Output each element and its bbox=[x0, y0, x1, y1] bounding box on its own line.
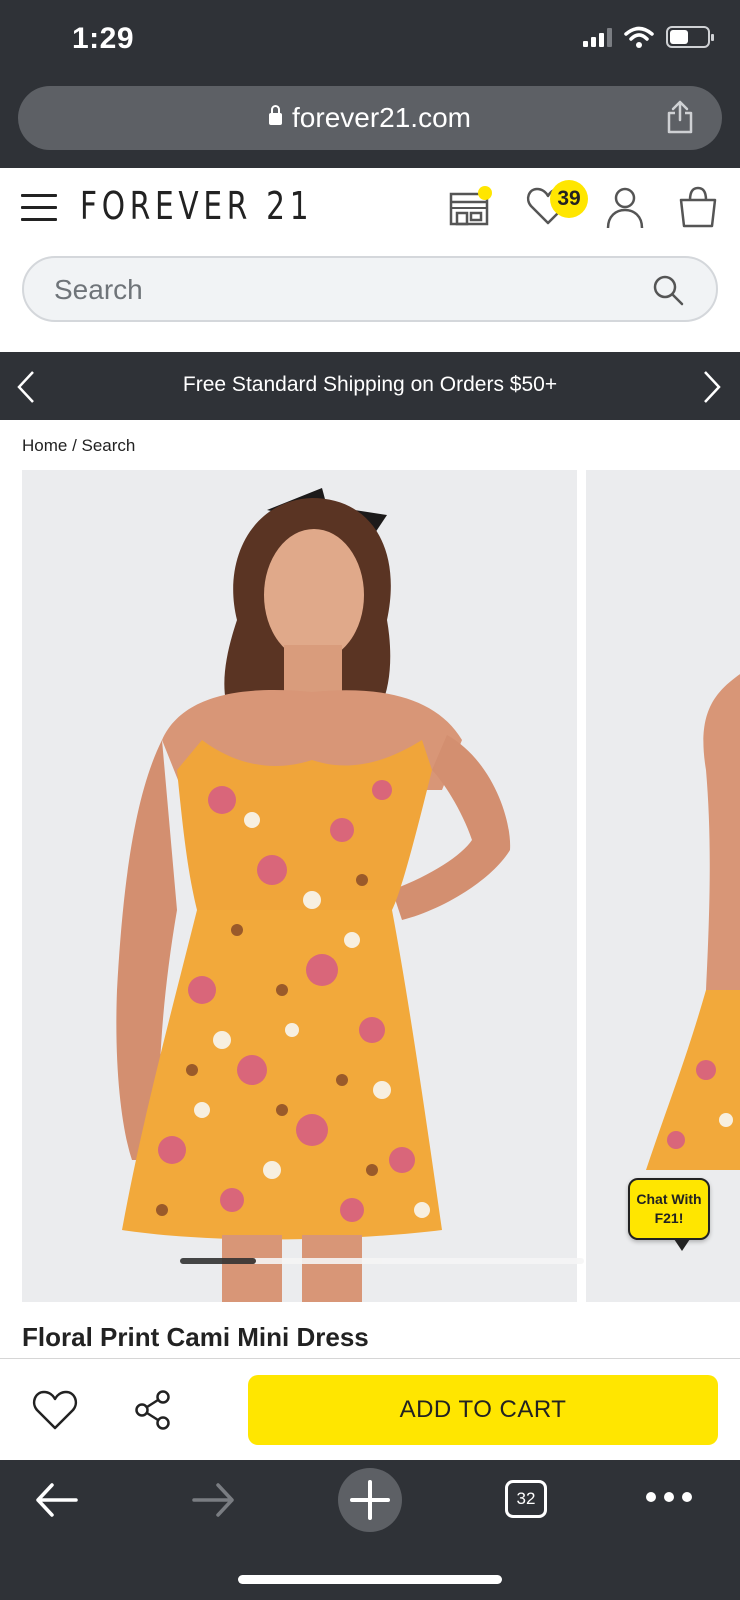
store-notification-dot bbox=[478, 186, 492, 200]
new-tab-button[interactable] bbox=[338, 1468, 402, 1532]
cart-button[interactable] bbox=[678, 186, 718, 233]
wishlist-button[interactable]: 39 bbox=[526, 180, 588, 231]
cellular-signal-icon bbox=[583, 27, 612, 47]
search-icon[interactable] bbox=[652, 274, 684, 306]
address-text-row: forever21.com bbox=[18, 102, 722, 134]
search-bar bbox=[22, 256, 718, 322]
tabs-icon[interactable]: 32 bbox=[505, 1480, 547, 1518]
bag-icon bbox=[679, 186, 717, 228]
app-frame: 1:29 forever21.com FOREVER 21 39 Search … bbox=[0, 0, 740, 1600]
more-icon[interactable] bbox=[644, 1490, 694, 1504]
account-button[interactable] bbox=[606, 186, 644, 235]
chat-label-line1: Chat With bbox=[636, 1191, 702, 1207]
account-icon bbox=[606, 187, 644, 229]
brand-logo[interactable]: FOREVER 21 bbox=[80, 184, 313, 228]
site-header: FOREVER 21 39 bbox=[0, 168, 740, 248]
lock-icon bbox=[269, 105, 283, 125]
back-arrow-icon[interactable] bbox=[34, 1480, 80, 1520]
plus-icon bbox=[350, 1480, 390, 1520]
carousel-position-active bbox=[180, 1258, 256, 1264]
url-text: forever21.com bbox=[292, 102, 471, 133]
model-floral-dress-image bbox=[116, 488, 511, 1302]
forward-arrow-icon[interactable] bbox=[190, 1480, 236, 1520]
wifi-icon bbox=[624, 26, 654, 48]
hamburger-icon[interactable] bbox=[21, 194, 57, 230]
home-indicator[interactable] bbox=[238, 1575, 502, 1584]
breadcrumb[interactable]: Home / Search bbox=[22, 436, 135, 456]
address-bar[interactable]: forever21.com bbox=[18, 86, 722, 150]
chat-label-line2: F21! bbox=[654, 1210, 684, 1226]
status-time: 1:29 bbox=[72, 22, 135, 55]
status-icons bbox=[583, 26, 714, 48]
wishlist-count-badge: 39 bbox=[550, 180, 588, 218]
carousel-position-indicator bbox=[180, 1258, 584, 1264]
product-action-bar: ADD TO CART bbox=[0, 1358, 740, 1460]
product-title: Floral Print Cami Mini Dress bbox=[22, 1322, 369, 1352]
chevron-right-icon[interactable] bbox=[702, 370, 722, 404]
add-to-cart-button[interactable]: ADD TO CART bbox=[248, 1375, 718, 1445]
share-icon[interactable] bbox=[666, 100, 694, 134]
battery-icon bbox=[666, 26, 714, 48]
promo-text[interactable]: Free Standard Shipping on Orders $50+ bbox=[0, 373, 740, 397]
store-locator-button[interactable] bbox=[448, 186, 492, 231]
chat-with-f21-button[interactable]: Chat With F21! bbox=[628, 1178, 710, 1251]
product-image-main[interactable] bbox=[22, 470, 584, 1302]
heart-icon[interactable] bbox=[32, 1389, 78, 1431]
product-image-carousel[interactable] bbox=[22, 470, 740, 1302]
promo-banner: Free Standard Shipping on Orders $50+ bbox=[0, 352, 740, 420]
browser-top-chrome: 1:29 forever21.com bbox=[0, 0, 740, 168]
search-input[interactable] bbox=[54, 272, 614, 308]
share-icon[interactable] bbox=[134, 1389, 172, 1431]
